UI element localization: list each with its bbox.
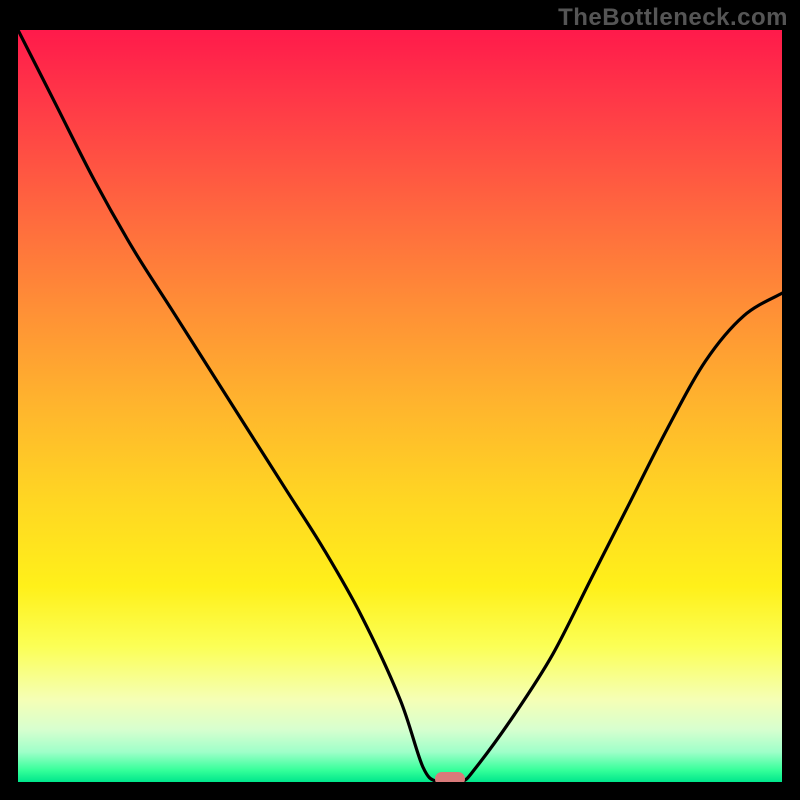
optimal-marker xyxy=(435,772,465,782)
bottleneck-curve xyxy=(18,30,782,782)
plot-area xyxy=(18,30,782,782)
watermark-text: TheBottleneck.com xyxy=(558,4,788,32)
chart-frame: TheBottleneck.com xyxy=(0,0,800,800)
plot-clip xyxy=(18,30,782,782)
